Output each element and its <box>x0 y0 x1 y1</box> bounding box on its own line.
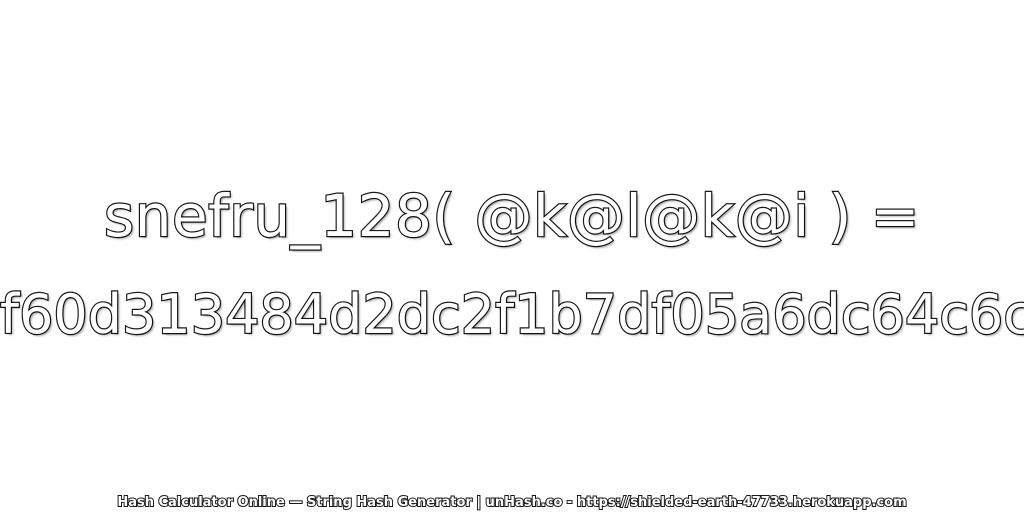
footer-caption: Hash Calculator Online — String Hash Gen… <box>116 494 907 511</box>
hash-expression: snefru_128( @k@l@k@i ) = <box>103 181 921 251</box>
hash-result: f60d313484d2dc2f1b7df05a6dc64c6c <box>0 282 1024 347</box>
